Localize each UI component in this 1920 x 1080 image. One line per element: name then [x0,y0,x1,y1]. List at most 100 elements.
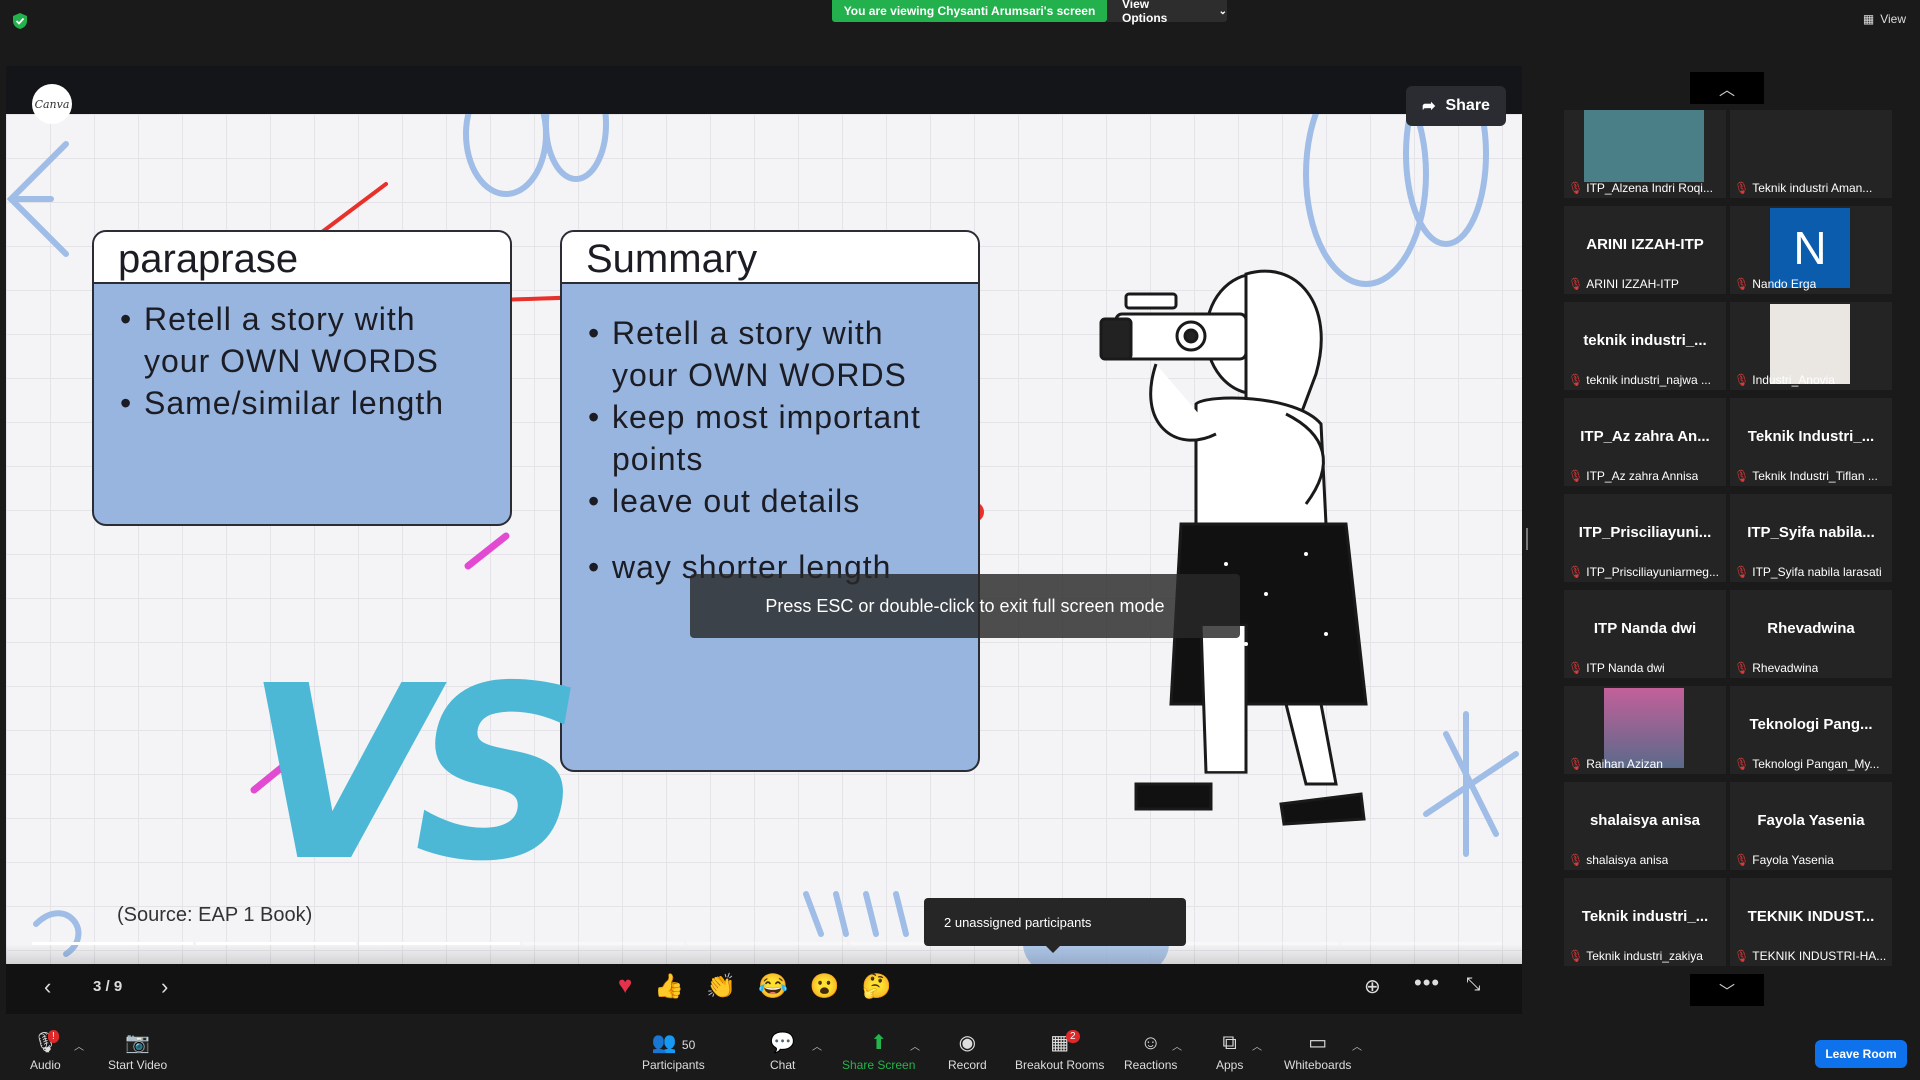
whiteboards-caret-icon[interactable]: ︿ [1352,1038,1362,1053]
participant-name-label: 🎙 Teknik industri_zakiya [1568,948,1722,964]
participant-name: Teknik industri Aman... [1752,181,1873,195]
participant-name: teknik industri_najwa ... [1586,373,1711,387]
progress-segment [359,942,521,945]
participant-name-label: 🎙 Rhevadwina [1734,660,1888,676]
participant-tile[interactable]: Fayola Yasenia 🎙 Fayola Yasenia [1730,782,1892,870]
presentation-controls: ‹ 3 / 9 › ♥ 👍 👏 😂 😮 🤔 ⊕ ••• ⤡ [6,964,1522,1014]
participant-tile[interactable]: 🎙 Teknik industri Aman... [1730,110,1892,198]
panel-resize-handle[interactable] [1526,528,1528,550]
participant-name-label: 🎙 TEKNIK INDUSTRI-HA... [1734,948,1888,964]
reactions-button[interactable]: ☺ Reactions [1124,1032,1177,1072]
participant-tile[interactable]: 🎙 ITP_Alzena Indri Roqi... [1564,110,1726,198]
participant-tile[interactable]: ITP_Syifa nabila... 🎙 ITP_Syifa nabila lar… [1730,494,1892,582]
participant-tile[interactable]: 🎙 Raihan Azizan [1564,686,1726,774]
record-button[interactable]: ◉ Record [948,1032,987,1072]
muted-mic-icon: 🎙 [1734,757,1750,771]
participant-tile[interactable]: ITP_Prisciliayuni... 🎙 ITP_Prisciliayuniar… [1564,494,1726,582]
muted-mic-icon: 🎙 [1734,373,1750,387]
participant-tile[interactable]: N 🎙 Nando Erga [1730,206,1892,294]
leave-room-button[interactable]: Leave Room [1815,1040,1907,1068]
chevron-up-icon: ︿ [1718,82,1735,99]
camerawoman-illustration [1099,269,1368,826]
participant-tile[interactable]: Teknik Industri_... 🎙 Teknik Industri_Tifl… [1730,398,1892,486]
scroll-up-button[interactable]: ︿ [1690,72,1764,104]
participant-tile[interactable]: 🎙 Industri_Anovia [1730,302,1892,390]
clap-icon[interactable]: 👏 [706,972,736,1001]
participant-name-label: 🎙 ARINI IZZAH-ITP [1568,276,1722,292]
view-options-button[interactable]: View Options ⌄ [1107,0,1227,25]
audio-alert-badge: ! [48,1030,59,1043]
share-screen-label: Share Screen [842,1058,916,1072]
paraphrase-box: paraprase Retell a story with your OWN W… [92,230,512,526]
chat-button[interactable]: 💬 Chat [770,1032,795,1072]
apps-caret-icon[interactable]: ︿ [1252,1038,1262,1053]
more-options-icon[interactable]: ••• [1414,970,1440,996]
participants-label: Participants [642,1058,705,1072]
progress-segment [1177,942,1339,945]
participant-tile[interactable]: ITP Nanda dwi 🎙 ITP Nanda dwi [1564,590,1726,678]
list-item: Same/similar length [120,382,490,424]
audio-options-caret-icon[interactable]: ︿ [74,1038,84,1053]
reactions-label: Reactions [1124,1058,1178,1072]
view-label: View [1880,12,1906,26]
muted-mic-icon: 🎙 [1734,469,1750,483]
participant-name: ARINI IZZAH-ITP [1586,277,1679,291]
participant-display-name: TEKNIK INDUST... [1747,908,1875,925]
heart-icon[interactable]: ♥ [618,972,632,1001]
list-item: Retell a story with your OWN WORDS [120,298,490,382]
surprised-icon[interactable]: 😮 [810,972,840,1001]
muted-mic-icon: 🎙 [1734,949,1750,963]
participant-name: ITP_Prisciliayuniarmeg... [1586,565,1719,579]
chat-icon: 💬 [770,1032,796,1054]
participant-tile[interactable]: Teknik industri_... 🎙 Teknik industri_zaki… [1564,878,1726,966]
progress-segment [195,942,357,945]
participant-tile[interactable]: teknik industri_... 🎙 teknik industri_najw… [1564,302,1726,390]
participant-name-label: 🎙 Industri_Anovia [1734,372,1888,388]
share-screen-button[interactable]: ⬆ Share Screen [842,1032,915,1072]
participant-name: ITP_Syifa nabila larasati [1752,565,1882,579]
joy-icon[interactable]: 😂 [758,972,788,1001]
canva-share-button[interactable]: ➦ Share [1406,86,1506,126]
source-citation: (Source: EAP 1 Book) [117,904,313,926]
reactions-caret-icon[interactable]: ︿ [1172,1038,1182,1053]
participants-button[interactable]: 👥 50 Participants [642,1032,705,1072]
share-options-caret-icon[interactable]: ︿ [910,1038,920,1053]
breakout-rooms-button[interactable]: ▦ Breakout Rooms [1015,1032,1104,1072]
participant-name-label: 🎙 Teknologi Pangan_My... [1734,756,1888,772]
participant-tile[interactable]: Rhevadwina 🎙 Rhevadwina [1730,590,1892,678]
next-slide-icon[interactable]: › [161,974,168,1000]
whiteboards-button[interactable]: ▭ Whiteboards [1284,1032,1351,1072]
participant-tile[interactable]: TEKNIK INDUST... 🎙 TEKNIK INDUSTRI-HA... [1730,878,1892,966]
participant-name-label: 🎙 Teknik Industri_Tiflan ... [1734,468,1888,484]
thumbs-up-icon[interactable]: 👍 [654,972,684,1001]
participant-tile[interactable]: ITP_Az zahra An... 🎙 ITP_Az zahra Annisa [1564,398,1726,486]
list-item: leave out details [588,480,958,522]
muted-mic-icon: 🎙 [1568,757,1584,771]
chat-options-caret-icon[interactable]: ︿ [812,1038,822,1053]
participant-display-name: Teknik Industri_... [1747,428,1875,445]
zoom-in-icon[interactable]: ⊕ [1364,974,1381,999]
participant-name: ITP_Alzena Indri Roqi... [1586,181,1713,195]
canva-header [6,66,1522,114]
video-off-icon: 📷 [125,1032,151,1054]
apps-button[interactable]: ⧉ Apps [1216,1032,1243,1072]
participant-name: Fayola Yasenia [1752,853,1834,867]
participant-tile[interactable]: shalaisya anisa 🎙 shalaisya anisa [1564,782,1726,870]
view-button[interactable]: ▦ View [1863,12,1906,26]
presentation-slide: paraprase Retell a story with your OWN W… [6,114,1522,1012]
slide-progress-bar[interactable] [32,942,1503,945]
muted-mic-icon: 🎙 [1734,661,1750,675]
participant-name-label: 🎙 ITP_Alzena Indri Roqi... [1568,180,1722,196]
exit-fullscreen-icon[interactable]: ⤡ [1466,974,1480,995]
start-video-button[interactable]: 📷 Start Video [108,1032,167,1072]
participant-tile[interactable]: Teknologi Pang... 🎙 Teknologi Pangan_My... [1730,686,1892,774]
thinking-icon[interactable]: 🤔 [862,972,892,1001]
participant-name-label: 🎙 shalaisya anisa [1568,852,1722,868]
participant-tile[interactable]: ARINI IZZAH-ITP 🎙 ARINI IZZAH-ITP [1564,206,1726,294]
previous-slide-icon[interactable]: ‹ [44,974,51,1000]
scroll-down-button[interactable]: ﹀ [1690,974,1764,1006]
participants-count: 50 [681,1038,696,1052]
security-shield-icon[interactable] [11,12,29,30]
participant-display-name: Teknik industri_... [1581,908,1709,925]
whiteboard-icon: ▭ [1308,1032,1328,1054]
